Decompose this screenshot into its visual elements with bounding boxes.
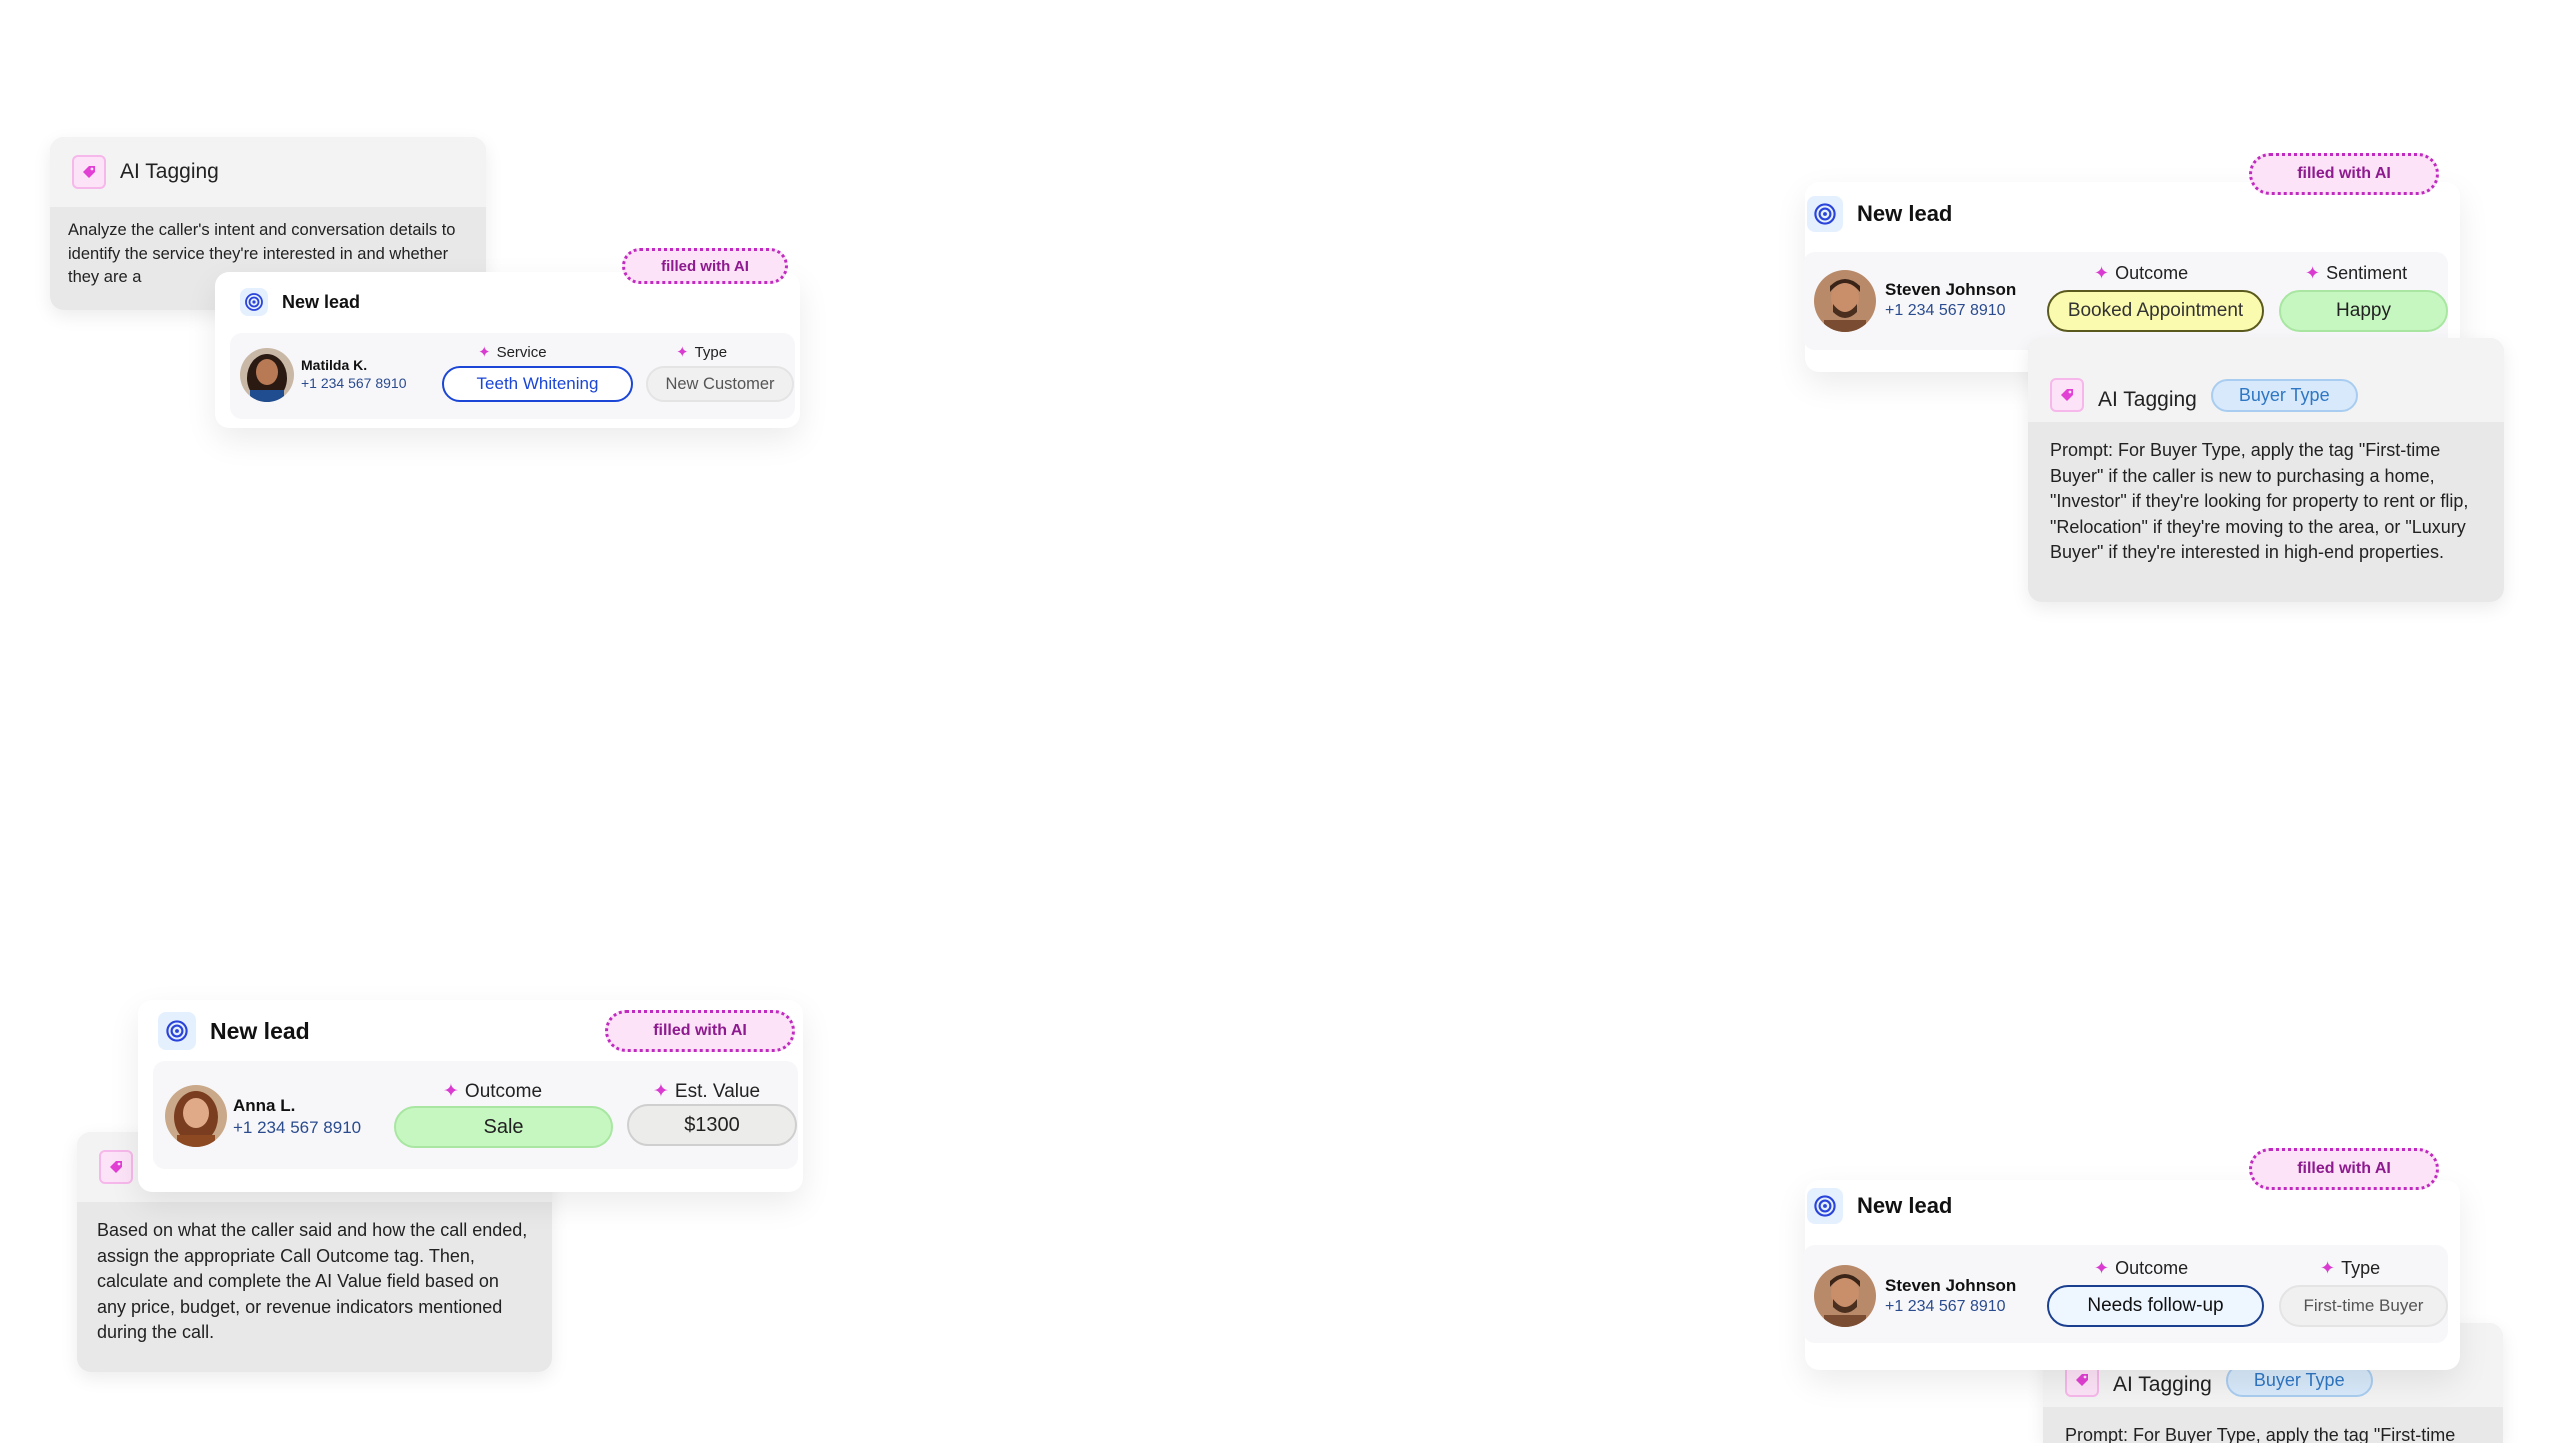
- target-icon: [1807, 196, 1843, 232]
- ai-tagging-title: AI Tagging: [2113, 1373, 2212, 1396]
- tag-icon: [2050, 378, 2084, 412]
- filled-with-ai-badge: filled with AI: [2249, 153, 2439, 195]
- ai-tagging-panel-top-right: AI Tagging Buyer Type Prompt: For Buyer …: [2028, 338, 2504, 602]
- lead-card-title: New lead: [1807, 1188, 1952, 1224]
- buyer-type-badge[interactable]: Buyer Type: [2210, 379, 2358, 412]
- ai-tagging-header: AI Tagging Buyer Type: [2028, 338, 2504, 422]
- field-label-outcome: ✦ Outcome: [443, 1080, 543, 1103]
- sparkle-icon: ✦: [676, 344, 689, 361]
- caller-name: Matilda K.: [301, 357, 368, 373]
- sparkle-icon: ✦: [2094, 263, 2110, 283]
- lead-title-text: New lead: [282, 291, 361, 312]
- field-label-est-value: ✦ Est. Value: [653, 1080, 761, 1103]
- caller-phone: +1 234 567 8910: [1885, 302, 2006, 319]
- service-pill[interactable]: Teeth Whitening: [442, 366, 633, 402]
- sparkle-icon: ✦: [653, 1081, 669, 1102]
- sparkle-icon: ✦: [2320, 1258, 2336, 1278]
- caller-name: Steven Johnson: [1885, 280, 2017, 299]
- caller-name: Steven Johnson: [1885, 1276, 2017, 1295]
- avatar: [1814, 1265, 1876, 1327]
- outcome-pill[interactable]: Needs follow-up: [2047, 1285, 2264, 1327]
- lead-title-text: New lead: [1857, 201, 1953, 226]
- outcome-pill[interactable]: Booked Appointment: [2047, 290, 2264, 332]
- sentiment-pill[interactable]: Happy: [2279, 290, 2448, 332]
- target-icon: [1807, 1188, 1843, 1224]
- sparkle-icon: ✦: [478, 344, 491, 361]
- avatar: [240, 348, 294, 402]
- lead-title-text: New lead: [1857, 1193, 1953, 1218]
- lead-card-title: New lead: [1807, 196, 1952, 232]
- filled-with-ai-badge: filled with AI: [2249, 1148, 2439, 1190]
- lead-title-text: New lead: [210, 1017, 310, 1044]
- field-label-outcome: ✦ Outcome: [2094, 1258, 2189, 1278]
- filled-with-ai-badge: filled with AI: [622, 248, 788, 284]
- sparkle-icon: ✦: [2094, 1258, 2110, 1278]
- type-pill[interactable]: First-time Buyer: [2279, 1285, 2448, 1327]
- ai-tagging-prompt: Prompt: For Buyer Type, apply the tag "F…: [2065, 1425, 2456, 1443]
- caller-phone: +1 234 567 8910: [1885, 1298, 2006, 1315]
- ai-tagging-title: AI Tagging: [2098, 388, 2197, 411]
- tag-icon: [99, 1150, 133, 1184]
- field-label-outcome: ✦ Outcome: [2094, 263, 2189, 283]
- field-label-service: ✦ Service: [478, 343, 547, 362]
- target-icon: [240, 288, 268, 316]
- est-value-pill[interactable]: $1300: [627, 1104, 797, 1146]
- caller-phone: +1 234 567 8910: [301, 375, 407, 391]
- filled-with-ai-badge: filled with AI: [605, 1010, 795, 1052]
- ai-tagging-header: AI Tagging: [50, 137, 486, 207]
- tag-icon: [72, 155, 106, 189]
- outcome-pill[interactable]: Sale: [394, 1106, 613, 1148]
- sparkle-icon: ✦: [443, 1081, 459, 1102]
- field-label-type: ✦ Type: [676, 343, 728, 362]
- avatar: [165, 1085, 227, 1147]
- lead-card-title: New lead: [158, 1012, 310, 1050]
- caller-name: Anna L.: [233, 1096, 296, 1115]
- ai-tagging-prompt: Prompt: For Buyer Type, apply the tag "F…: [2050, 440, 2469, 562]
- field-label-type: ✦ Type: [2320, 1258, 2381, 1278]
- ai-tagging-prompt: Based on what the caller said and how th…: [97, 1220, 528, 1342]
- ai-tagging-title: AI Tagging: [120, 160, 219, 183]
- sparkle-icon: ✦: [2305, 263, 2321, 283]
- caller-phone: +1 234 567 8910: [233, 1118, 362, 1137]
- target-icon: [158, 1012, 196, 1050]
- field-label-sentiment: ✦ Sentiment: [2305, 263, 2408, 283]
- lead-card-title: New lead: [240, 288, 360, 316]
- avatar: [1814, 270, 1876, 332]
- type-pill[interactable]: New Customer: [646, 366, 794, 402]
